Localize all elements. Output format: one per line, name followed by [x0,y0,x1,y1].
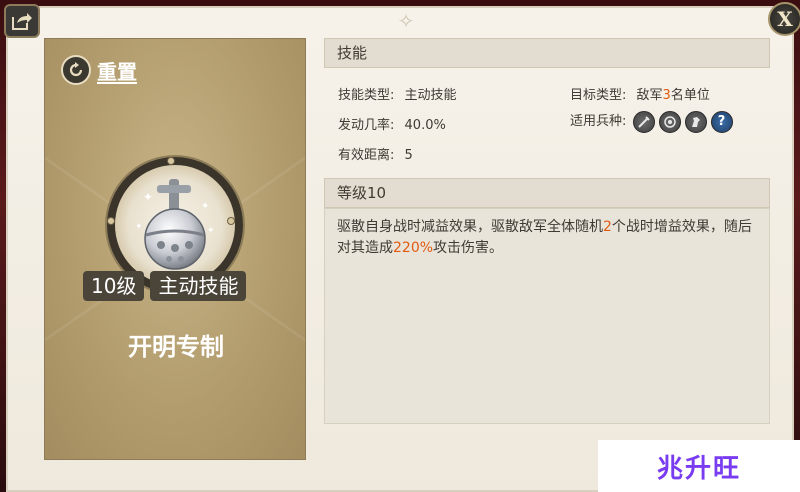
target-suffix: 名单位 [670,88,710,103]
target-count: 3 [662,88,671,103]
type-tag: 主动技能 [150,271,247,301]
level-tag: 10级 [83,271,145,301]
troops-label: 适用兵种: [570,114,627,129]
close-button[interactable]: X [768,2,800,36]
svg-text:✦: ✦ [135,222,143,232]
chance-value: 40.0% [404,118,446,133]
bow-icon[interactable] [658,110,681,133]
ring-dot [167,157,175,165]
target-type-label: 目标类型: [570,88,627,103]
target-prefix: 敌军 [636,88,663,103]
question-icon[interactable]: ? [710,110,733,133]
troops-row: 适用兵种: ? [570,110,733,133]
svg-text:✦: ✦ [201,201,209,212]
section-title-level: 等级10 [324,178,770,208]
share-button[interactable] [4,4,40,38]
skill-description-box: 驱散自身战时减益效果，驱散敌军全体随机2个战时增益效果，随后对其造成220%攻击… [324,208,770,424]
skill-name: 开明专制 [128,333,224,361]
skill-info-panel: 技能 技能类型: 主动技能 目标类型: 敌军3名单位 发动几率: 40.0% 适… [324,38,770,424]
watermark: 兆升旺 [598,440,800,492]
desc-value-2: 220% [393,240,434,256]
reset-icon [61,55,91,85]
share-icon [12,13,32,30]
range-value: 5 [404,148,413,163]
skill-info: 技能类型: 主动技能 目标类型: 敌军3名单位 发动几率: 40.0% 适用兵种… [324,68,770,178]
watermark-text: 兆升旺 [656,453,741,484]
section-title-skill: 技能 [324,38,770,68]
ornament-icon: ✧ [397,9,415,33]
orb-icon: ✦ ✦ ✦ ✦ [135,179,215,270]
chance-row: 发动几率: 40.0% [338,114,446,133]
ring-dot [107,217,115,225]
troop-icons: ? [632,110,733,133]
svg-text:✦: ✦ [143,190,153,204]
range-row: 有效距离: 5 [338,144,413,163]
desc-text-1: 驱散自身战时减益效果，驱散敌军全体随机 [337,219,603,235]
skill-type-label: 技能类型: [338,88,395,103]
horse-icon[interactable] [684,110,707,133]
skill-type-row: 技能类型: 主动技能 [338,84,457,103]
sword-icon[interactable] [632,110,655,133]
range-label: 有效距离: [338,148,395,163]
desc-text-3: 攻击伤害。 [433,240,504,256]
reset-button[interactable]: 重置 [61,55,137,85]
skill-description: 驱散自身战时减益效果，驱散敌军全体随机2个战时增益效果，随后对其造成220%攻击… [325,209,769,267]
close-icon: X [777,7,793,31]
reset-label: 重置 [97,59,137,84]
desc-value-1: 2 [603,219,612,235]
chance-label: 发动几率: [338,118,395,133]
ring-dot [227,217,235,225]
skill-tags: 10级 主动技能 [83,271,247,301]
skill-card: 重置 ✦ ✦ ✦ ✦ 10级 主动技能 开明专制 [44,38,306,460]
skill-type-value: 主动技能 [404,88,457,103]
svg-text:✦: ✦ [207,226,215,236]
target-type-row: 目标类型: 敌军3名单位 [570,84,710,103]
